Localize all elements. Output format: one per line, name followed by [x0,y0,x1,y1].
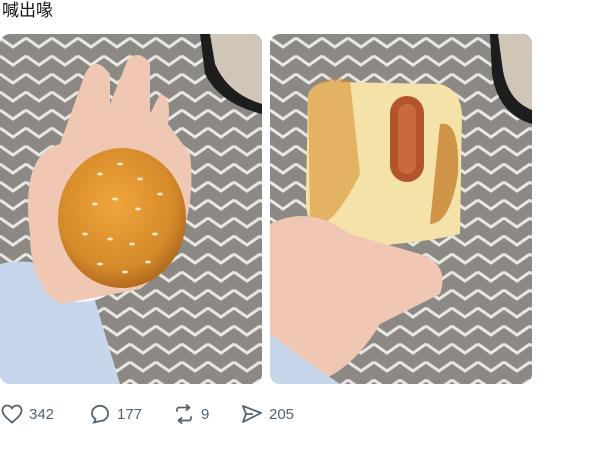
photo-burger-bun[interactable] [0,34,262,384]
repost-button[interactable]: 9 [172,402,209,426]
reply-button[interactable]: 177 [88,402,142,426]
share-button[interactable]: 205 [240,402,294,426]
burger-bun-image [0,34,262,384]
photo-sausage-bun[interactable] [270,34,532,384]
repost-count: 9 [201,405,210,423]
reply-count: 177 [117,405,143,423]
share-count: 205 [269,405,295,423]
send-icon [242,405,262,423]
tweet: 喊出喙 342 177 9 205 [0,0,598,450]
heart-icon [1,404,23,424]
like-button[interactable]: 342 [0,402,54,426]
post-text: 喊出喙 [2,1,53,21]
like-count: 342 [29,405,55,423]
reply-icon [91,404,109,424]
sausage-bun-image [270,34,532,384]
repost-icon [176,404,192,424]
